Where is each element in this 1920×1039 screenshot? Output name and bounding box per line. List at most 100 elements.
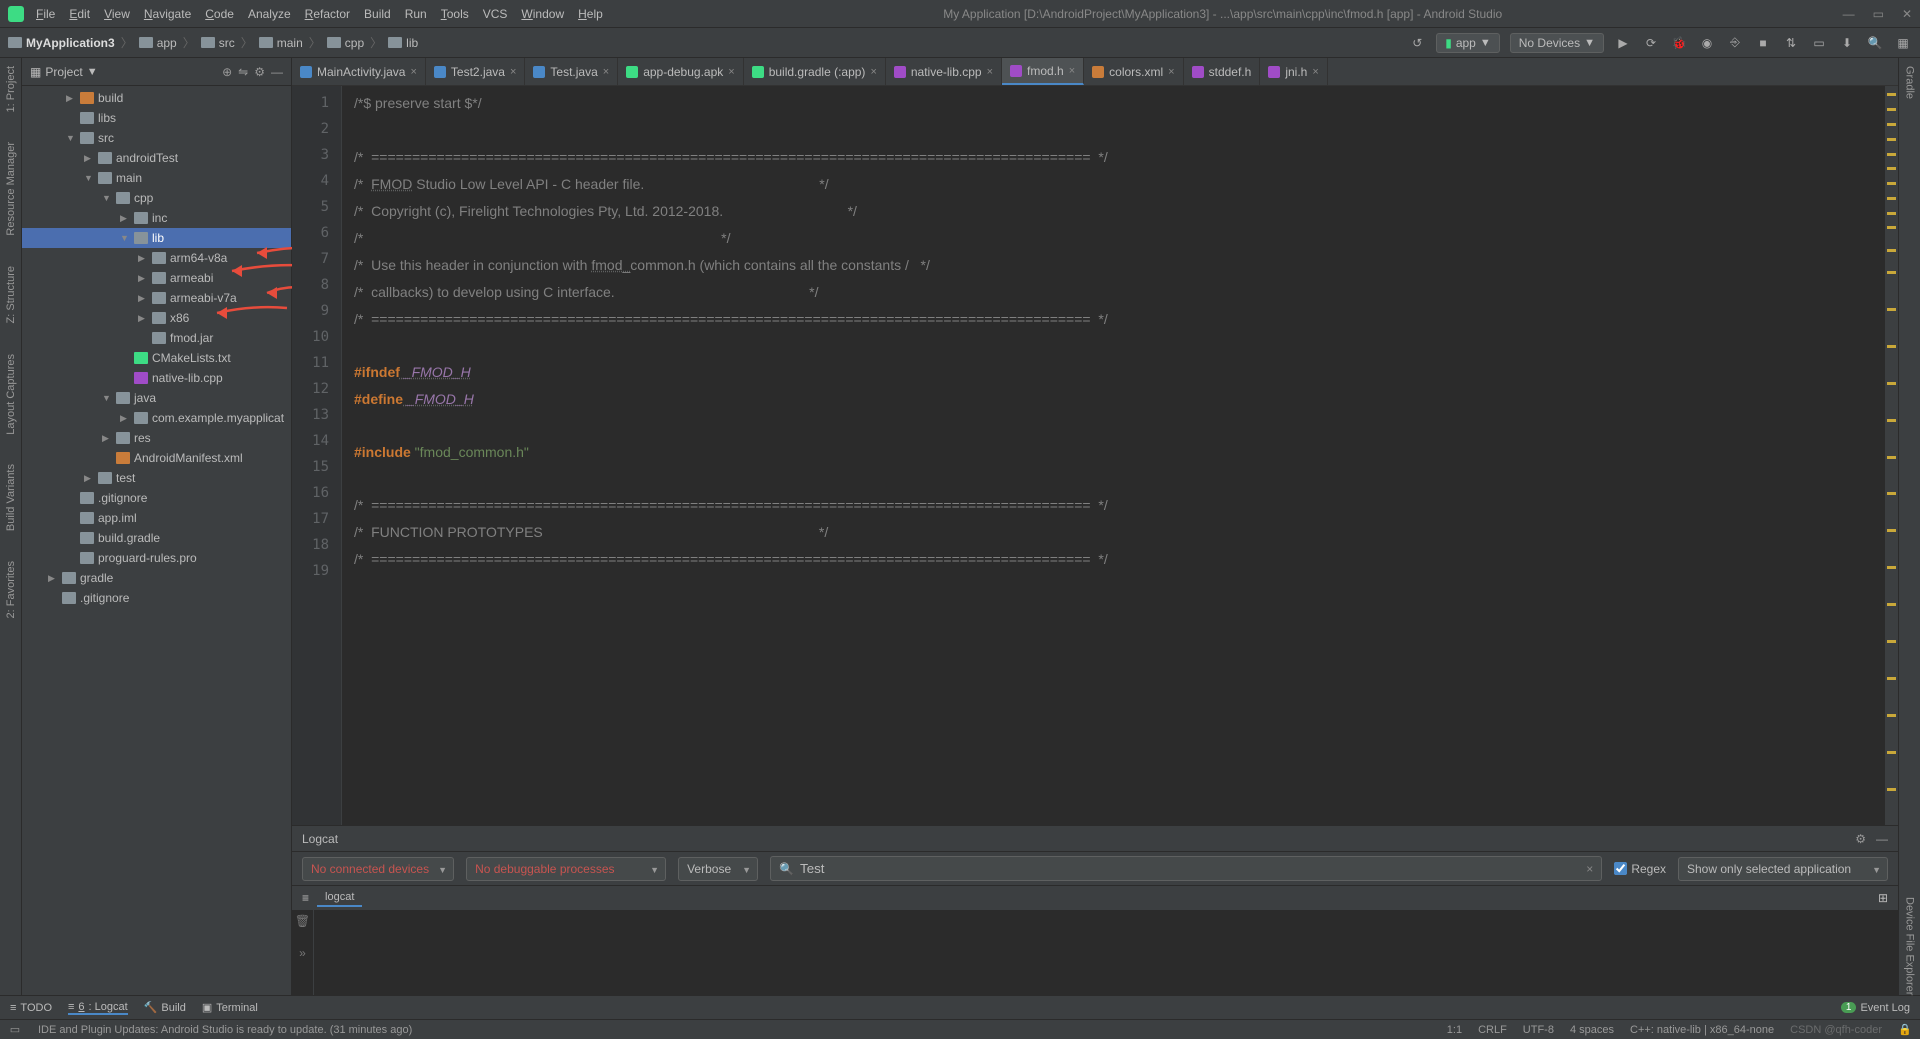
tree-cpp[interactable]: ▼cpp — [22, 188, 291, 208]
tab-apk[interactable]: app-debug.apk× — [618, 58, 744, 85]
logcat-output[interactable]: 🗑 » — [292, 910, 1898, 995]
tree-proguard[interactable]: proguard-rules.pro — [22, 548, 291, 568]
tab-nativelib[interactable]: native-lib.cpp× — [886, 58, 1002, 85]
tree-gitignore2[interactable]: .gitignore — [22, 588, 291, 608]
hide-panel-icon[interactable]: — — [1876, 832, 1888, 846]
tree-build[interactable]: ▶build — [22, 88, 291, 108]
tree-res[interactable]: ▶res — [22, 428, 291, 448]
status-context[interactable]: C++: native-lib | x86_64-none — [1630, 1024, 1774, 1036]
close-icon[interactable]: ✕ — [1902, 7, 1912, 21]
tree-main[interactable]: ▼main — [22, 168, 291, 188]
status-line-separator[interactable]: CRLF — [1478, 1024, 1507, 1036]
back-arrow-icon[interactable]: ↺ — [1408, 34, 1426, 52]
status-lock-icon[interactable]: 🔒 — [1898, 1023, 1912, 1037]
tab-stddef[interactable]: stddef.h — [1184, 58, 1261, 85]
close-tab-icon[interactable]: × — [987, 66, 993, 78]
tree-src[interactable]: ▼src — [22, 128, 291, 148]
tree-x86[interactable]: ▶x86 — [22, 308, 291, 328]
close-tab-icon[interactable]: × — [1168, 66, 1174, 78]
tree-arm64v8a[interactable]: ▶arm64-v8a — [22, 248, 291, 268]
bottom-build[interactable]: 🔨 Build — [144, 1001, 186, 1014]
menu-analyze[interactable]: Analyze — [248, 7, 291, 21]
tree-appiml[interactable]: app.iml — [22, 508, 291, 528]
filter-selector[interactable]: Show only selected application▼ — [1678, 857, 1888, 881]
tab-jni[interactable]: jni.h× — [1260, 58, 1327, 85]
logcat-tab[interactable]: logcat — [317, 889, 362, 907]
tree-armeabiv7a[interactable]: ▶armeabi-v7a — [22, 288, 291, 308]
close-tab-icon[interactable]: × — [410, 66, 416, 78]
menu-refactor[interactable]: RefactorRefactor — [305, 7, 350, 21]
menu-help[interactable]: HelpHelp — [578, 7, 603, 21]
stop-icon[interactable]: ■ — [1754, 34, 1772, 52]
close-tab-icon[interactable]: × — [1312, 66, 1318, 78]
project-view-selector[interactable]: ▦ Project ▼ — [30, 65, 216, 79]
tab-gradle[interactable]: build.gradle (:app)× — [744, 58, 886, 85]
tree-libs[interactable]: libs — [22, 108, 291, 128]
run-icon[interactable]: ▶ — [1614, 34, 1632, 52]
regex-checkbox[interactable]: Regex — [1614, 862, 1666, 876]
close-tab-icon[interactable]: × — [870, 66, 876, 78]
tree-java[interactable]: ▼java — [22, 388, 291, 408]
menu-run[interactable]: Run — [405, 7, 427, 21]
log-search[interactable]: 🔍 × — [770, 856, 1602, 881]
menu-view[interactable]: ViewView — [104, 7, 130, 21]
tool-device-file-explorer[interactable]: Device File Explorer — [1904, 897, 1916, 995]
menu-tools[interactable]: ToolsTools — [441, 7, 469, 21]
apply-changes-icon[interactable]: ⟳ — [1642, 34, 1660, 52]
maximize-icon[interactable]: ▭ — [1873, 7, 1884, 21]
code-editor[interactable]: /*$ preserve start $*/ /* ==============… — [342, 86, 1884, 825]
bottom-event-log[interactable]: 1 Event Log — [1841, 1002, 1910, 1014]
crumb-lib[interactable]: lib — [388, 36, 418, 50]
clear-search-icon[interactable]: × — [1586, 862, 1593, 876]
menu-build[interactable]: Build — [364, 7, 391, 21]
tree-androidtest[interactable]: ▶androidTest — [22, 148, 291, 168]
menu-navigate[interactable]: NavigateNavigate — [144, 7, 191, 21]
gear-icon[interactable]: ⚙ — [1855, 832, 1866, 846]
tab-test[interactable]: Test.java× — [525, 58, 618, 85]
menu-vcs[interactable]: VCS — [483, 7, 508, 21]
tab-test2[interactable]: Test2.java× — [426, 58, 525, 85]
crumb-project[interactable]: MyApplication3 — [8, 36, 115, 50]
sync-icon[interactable]: ⇅ — [1782, 34, 1800, 52]
sdk-manager-icon[interactable]: ⬇ — [1838, 34, 1856, 52]
status-info-icon[interactable]: ▭ — [8, 1023, 22, 1037]
select-opened-file-icon[interactable]: ⊕ — [222, 65, 232, 79]
gear-icon[interactable]: ⚙ — [254, 65, 265, 79]
editor-body[interactable]: 12345678910111213141516171819 /*$ preser… — [292, 86, 1898, 825]
line-gutter[interactable]: 12345678910111213141516171819 — [292, 86, 342, 825]
tree-nativelib[interactable]: native-lib.cpp — [22, 368, 291, 388]
tool-project[interactable]: 1: Project — [5, 66, 17, 112]
profiler-icon[interactable]: ◉ — [1698, 34, 1716, 52]
tab-fmodh[interactable]: fmod.h× — [1002, 58, 1084, 85]
tool-gradle[interactable]: Gradle — [1904, 66, 1916, 99]
marker-strip[interactable] — [1884, 86, 1898, 825]
close-tab-icon[interactable]: × — [1069, 65, 1075, 77]
tab-mainactivity[interactable]: MainActivity.java× — [292, 58, 426, 85]
process-selector[interactable]: No debuggable processes▼ — [466, 857, 666, 881]
log-level-selector[interactable]: Verbose▼ — [678, 857, 758, 881]
tool-favorites[interactable]: 2: Favorites — [5, 561, 17, 618]
clear-log-icon[interactable]: 🗑 — [295, 914, 310, 928]
menu-code[interactable]: CodeCode — [205, 7, 234, 21]
debug-icon[interactable]: 🐞 — [1670, 34, 1688, 52]
close-tab-icon[interactable]: × — [728, 66, 734, 78]
tree-gitignore[interactable]: .gitignore — [22, 488, 291, 508]
tree-cmakelists[interactable]: CMakeLists.txt — [22, 348, 291, 368]
hide-panel-icon[interactable]: — — [271, 65, 283, 79]
device-selector[interactable]: No Devices▼ — [1510, 33, 1604, 53]
settings-icon[interactable]: ▦ — [1894, 34, 1912, 52]
tree-lib[interactable]: ▼lib — [22, 228, 291, 248]
status-message[interactable]: IDE and Plugin Updates: Android Studio i… — [38, 1024, 1431, 1036]
minimize-icon[interactable]: — — [1843, 7, 1855, 21]
crumb-src[interactable]: src — [201, 36, 235, 50]
tree-fmodjar[interactable]: fmod.jar — [22, 328, 291, 348]
avd-manager-icon[interactable]: ▭ — [1810, 34, 1828, 52]
bottom-terminal[interactable]: ▣ Terminal — [202, 1001, 258, 1014]
close-tab-icon[interactable]: × — [603, 66, 609, 78]
status-position[interactable]: 1:1 — [1447, 1024, 1462, 1036]
tree-manifest[interactable]: AndroidManifest.xml — [22, 448, 291, 468]
tree-inc[interactable]: ▶inc — [22, 208, 291, 228]
tool-structure[interactable]: Z: Structure — [5, 266, 17, 323]
tool-resource-manager[interactable]: Resource Manager — [5, 142, 17, 236]
menu-edit[interactable]: EditEdit — [69, 7, 90, 21]
